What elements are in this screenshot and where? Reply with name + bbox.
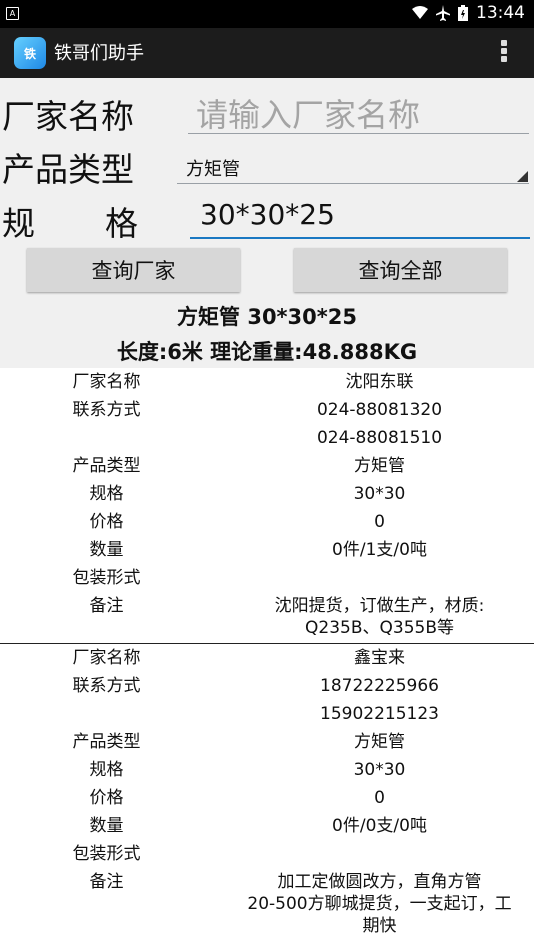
product-type-value: 方矩管 [354,456,405,476]
spec-label-2: 格 [105,204,138,243]
list-item[interactable]: 厂家名称 沈阳东联 联系方式 024-88081320 024-88081510 产… [0,368,534,644]
field-label: 厂家名称 [72,372,141,392]
phone-value[interactable]: 024-88081320 [225,396,534,424]
battery-icon [458,5,468,21]
field-label: 价格 [89,788,124,808]
product-type-underline [177,183,529,184]
product-type-value: 方矩管 [186,159,240,180]
remarks-value: 加工定做圆改方，直角方管 20-500方聊城提货，一支起订，工 期快 [225,868,534,941]
quantity-value: 0件/0支/0吨 [332,816,427,836]
app-logo-icon: 铁 [14,37,46,69]
field-label: 规格 [89,760,124,780]
field-label: 数量 [89,540,124,560]
spec-value: 30*30 [353,760,406,780]
summary-weight: 长度:6米 理论重量:48.888KG [116,340,418,364]
manufacturer-underline [188,133,529,134]
field-label: 联系方式 [72,400,141,420]
status-time: 13:44 [476,3,525,23]
dropdown-arrow-icon [517,171,528,182]
query-all-button[interactable]: 查询全部 [294,248,507,292]
list-item[interactable]: 厂家名称 鑫宝来 联系方式 18722225966 15902215123 产品类型… [0,644,534,941]
manufacturer-value: 鑫宝来 [354,648,405,668]
manufacturer-value: 沈阳东联 [345,372,414,392]
quantity-value: 0件/1支/0吨 [332,540,427,560]
manufacturer-placeholder: 请输入厂家名称 [196,96,421,134]
packaging-value [225,564,534,592]
price-value: 0 [374,788,385,808]
packaging-value [225,840,534,868]
field-label: 数量 [89,816,124,836]
status-bar: A 13:44 [0,0,534,28]
status-icons: 13:44 [412,3,525,23]
remarks-line: 期快 [362,916,397,936]
manufacturer-label: 厂家名称 [2,97,134,136]
field-label: 规格 [89,484,124,504]
remarks-line: 沈阳提货，订做生产，材质: [274,596,485,616]
spec-underline [190,237,530,239]
phone-value[interactable]: 18722225966 [225,672,534,700]
phone-value[interactable]: 15902215123 [225,700,534,728]
field-label: 价格 [89,512,124,532]
phone-value[interactable]: 024-88081510 [225,424,534,452]
spec-value: 30*30*25 [200,198,335,231]
spec-label-1: 规 [2,204,35,243]
remarks-value: 沈阳提货，订做生产，材质: Q235B、Q355B等 [225,592,534,643]
field-label: 备注 [89,872,124,892]
remarks-line: Q235B、Q355B等 [305,618,454,638]
field-label: 联系方式 [72,676,141,696]
app-bar: 铁 铁哥们助手 [0,28,534,78]
wifi-icon [412,6,428,19]
product-type-label: 产品类型 [2,150,134,189]
spec-value: 30*30 [353,484,406,504]
query-manufacturer-button[interactable]: 查询厂家 [27,248,240,292]
price-value: 0 [374,512,385,532]
notification-icon: A [6,7,19,20]
field-label: 包装形式 [72,844,141,864]
field-label: 产品类型 [72,456,141,476]
field-label: 备注 [89,596,124,616]
product-type-value: 方矩管 [354,732,405,752]
field-label: 产品类型 [72,732,141,752]
app-title: 铁哥们助手 [54,43,144,64]
overflow-menu-icon[interactable] [500,38,508,68]
summary-title: 方矩管 30*30*25 [177,305,357,329]
field-label: 包装形式 [72,568,141,588]
results-list[interactable]: 厂家名称 沈阳东联 联系方式 024-88081320 024-88081510 产… [0,368,534,950]
remarks-line: 加工定做圆改方，直角方管 [277,872,482,892]
airplane-icon [436,5,450,21]
remarks-line: 20-500方聊城提货，一支起订，工 [247,894,512,914]
field-label: 厂家名称 [72,648,141,668]
